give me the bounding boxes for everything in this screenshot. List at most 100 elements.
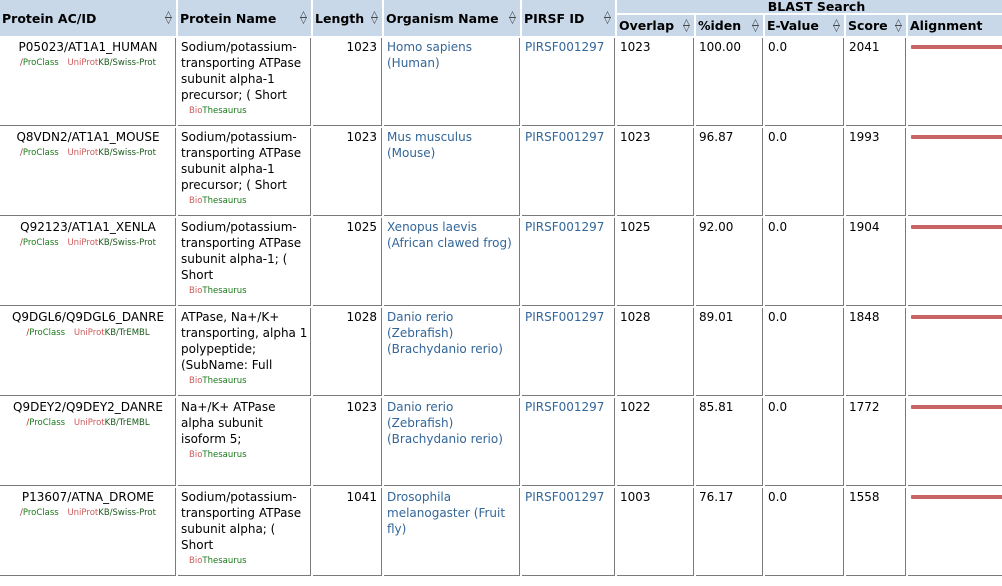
cell-overlap: 1025 bbox=[617, 218, 694, 306]
sort-icon[interactable]: △ ▽ bbox=[682, 18, 691, 33]
cell-protein-name: Na+/K+ ATPase alpha subunit isoform 5; B… bbox=[178, 398, 311, 486]
protein-ac-id[interactable]: Q9DEY2/Q9DEY2_DANRE bbox=[3, 399, 173, 415]
col-header-evalue[interactable]: E-Value △ ▽ bbox=[765, 15, 844, 36]
cell-length: 1023 bbox=[313, 38, 382, 126]
col-header-protein-name[interactable]: Protein Name △ ▽ bbox=[178, 0, 311, 36]
biothesaurus-link[interactable]: BioThesaurus bbox=[181, 105, 308, 117]
cell-protein-ac-id: Q9DGL6/Q9DGL6_DANRE /ProClass UniProtKB/… bbox=[0, 308, 176, 396]
cell-organism-name: Mus musculus (Mouse) bbox=[384, 128, 520, 216]
protein-ac-id[interactable]: Q92123/AT1A1_XENLA bbox=[3, 219, 173, 235]
col-header-label: Organism Name bbox=[386, 10, 499, 26]
cell-score: 1558 bbox=[846, 488, 906, 576]
cell-organism-name: Danio rerio (Zebrafish) (Brachydanio rer… bbox=[384, 398, 520, 486]
col-header-label: Protein Name bbox=[180, 10, 277, 26]
cell-protein-name: Sodium/potassium-transporting ATPase sub… bbox=[178, 128, 311, 216]
cell-alignment bbox=[908, 398, 1002, 486]
cell-length: 1025 bbox=[313, 218, 382, 306]
cell-alignment bbox=[908, 38, 1002, 126]
db-links: /ProClass UniProtKB/Swiss-Prot bbox=[3, 57, 173, 69]
pirsf-link[interactable]: PIRSF001297 bbox=[525, 310, 604, 324]
organism-link[interactable]: Drosophila melanogaster (Fruit fly) bbox=[387, 490, 505, 536]
table-row: Q9DGL6/Q9DGL6_DANRE /ProClass UniProtKB/… bbox=[0, 308, 1002, 396]
col-header-overlap[interactable]: Overlap △ ▽ bbox=[617, 15, 694, 36]
pirsf-link[interactable]: PIRSF001297 bbox=[525, 400, 604, 414]
proclass-link[interactable]: /ProClass bbox=[20, 508, 59, 518]
protein-name: Na+/K+ ATPase alpha subunit isoform 5; bbox=[181, 400, 276, 446]
sort-icon[interactable]: △ ▽ bbox=[832, 18, 841, 33]
uniprot-link[interactable]: UniProtKB/Swiss-Prot bbox=[67, 508, 156, 518]
biothesaurus-link[interactable]: BioThesaurus bbox=[181, 375, 308, 387]
pirsf-link[interactable]: PIRSF001297 bbox=[525, 490, 604, 504]
col-header-score[interactable]: Score △ ▽ bbox=[846, 15, 906, 36]
pirsf-link[interactable]: PIRSF001297 bbox=[525, 130, 604, 144]
col-header-pirsf-id[interactable]: PIRSF ID △ ▽ bbox=[522, 0, 615, 36]
sort-icon[interactable]: △ ▽ bbox=[603, 11, 612, 26]
uniprot-link[interactable]: UniProtKB/Swiss-Prot bbox=[67, 238, 156, 248]
sort-icon[interactable]: △ ▽ bbox=[370, 11, 379, 26]
protein-ac-id[interactable]: Q9DGL6/Q9DGL6_DANRE bbox=[3, 309, 173, 325]
uniprot-link[interactable]: UniProtKB/TrEMBL bbox=[74, 328, 150, 338]
organism-link[interactable]: Xenopus laevis (African clawed frog) bbox=[387, 220, 512, 250]
cell-pirsf-id: PIRSF001297 bbox=[522, 308, 615, 396]
cell-pirsf-id: PIRSF001297 bbox=[522, 128, 615, 216]
col-header-label: Length bbox=[315, 10, 365, 26]
cell-overlap: 1023 bbox=[617, 128, 694, 216]
alignment-bar[interactable] bbox=[911, 315, 1002, 319]
protein-ac-id[interactable]: P13607/ATNA_DROME bbox=[3, 489, 173, 505]
cell-iden: 76.17 bbox=[696, 488, 763, 576]
alignment-bar[interactable] bbox=[911, 45, 1002, 49]
protein-name: Sodium/potassium-transporting ATPase sub… bbox=[181, 490, 302, 552]
cell-protein-ac-id: P05023/AT1A1_HUMAN /ProClass UniProtKB/S… bbox=[0, 38, 176, 126]
biothesaurus-link[interactable]: BioThesaurus bbox=[181, 555, 308, 567]
pirsf-link[interactable]: PIRSF001297 bbox=[525, 220, 604, 234]
uniprot-link[interactable]: UniProtKB/Swiss-Prot bbox=[67, 58, 156, 68]
cell-overlap: 1003 bbox=[617, 488, 694, 576]
organism-link[interactable]: Danio rerio (Zebrafish) (Brachydanio rer… bbox=[387, 310, 503, 356]
cell-organism-name: Danio rerio (Zebrafish) (Brachydanio rer… bbox=[384, 308, 520, 396]
cell-score: 1772 bbox=[846, 398, 906, 486]
alignment-bar[interactable] bbox=[911, 495, 1002, 499]
col-header-length[interactable]: Length △ ▽ bbox=[313, 0, 382, 36]
cell-protein-name: ATPase, Na+/K+ transporting, alpha 1 pol… bbox=[178, 308, 311, 396]
sort-icon[interactable]: △ ▽ bbox=[299, 11, 308, 26]
proclass-link[interactable]: /ProClass bbox=[20, 148, 59, 158]
proclass-link[interactable]: /ProClass bbox=[20, 238, 59, 248]
cell-alignment bbox=[908, 488, 1002, 576]
sort-icon[interactable]: △ ▽ bbox=[751, 18, 760, 33]
protein-ac-id[interactable]: Q8VDN2/AT1A1_MOUSE bbox=[3, 129, 173, 145]
sort-icon[interactable]: △ ▽ bbox=[508, 11, 517, 26]
pirsf-link[interactable]: PIRSF001297 bbox=[525, 40, 604, 54]
organism-link[interactable]: Homo sapiens (Human) bbox=[387, 40, 472, 70]
proclass-link[interactable]: /ProClass bbox=[26, 328, 65, 338]
db-links: /ProClass UniProtKB/TrEMBL bbox=[3, 417, 173, 429]
cell-organism-name: Xenopus laevis (African clawed frog) bbox=[384, 218, 520, 306]
col-header-organism-name[interactable]: Organism Name △ ▽ bbox=[384, 0, 520, 36]
alignment-bar[interactable] bbox=[911, 405, 1002, 409]
organism-link[interactable]: Danio rerio (Zebrafish) (Brachydanio rer… bbox=[387, 400, 503, 446]
db-links: /ProClass UniProtKB/Swiss-Prot bbox=[3, 507, 173, 519]
col-header-label: PIRSF ID bbox=[524, 10, 585, 26]
cell-score: 1904 bbox=[846, 218, 906, 306]
biothesaurus-link[interactable]: BioThesaurus bbox=[181, 449, 308, 461]
col-header-protein-ac-id[interactable]: Protein AC/ID △ ▽ bbox=[0, 0, 176, 36]
cell-evalue: 0.0 bbox=[765, 488, 844, 576]
cell-evalue: 0.0 bbox=[765, 128, 844, 216]
cell-length: 1023 bbox=[313, 398, 382, 486]
alignment-bar[interactable] bbox=[911, 135, 1002, 139]
biothesaurus-link[interactable]: BioThesaurus bbox=[181, 285, 308, 297]
cell-length: 1023 bbox=[313, 128, 382, 216]
proclass-link[interactable]: /ProClass bbox=[20, 58, 59, 68]
uniprot-link[interactable]: UniProtKB/Swiss-Prot bbox=[67, 148, 156, 158]
biothesaurus-link[interactable]: BioThesaurus bbox=[181, 195, 308, 207]
uniprot-link[interactable]: UniProtKB/TrEMBL bbox=[74, 418, 150, 428]
cell-pirsf-id: PIRSF001297 bbox=[522, 488, 615, 576]
sort-icon[interactable]: △ ▽ bbox=[164, 11, 173, 26]
col-header-label: Overlap bbox=[619, 18, 675, 34]
cell-organism-name: Drosophila melanogaster (Fruit fly) bbox=[384, 488, 520, 576]
organism-link[interactable]: Mus musculus (Mouse) bbox=[387, 130, 472, 160]
proclass-link[interactable]: /ProClass bbox=[26, 418, 65, 428]
alignment-bar[interactable] bbox=[911, 225, 1002, 229]
col-header-iden[interactable]: %iden △ ▽ bbox=[696, 15, 763, 36]
protein-ac-id[interactable]: P05023/AT1A1_HUMAN bbox=[3, 39, 173, 55]
sort-icon[interactable]: △ ▽ bbox=[894, 18, 903, 33]
